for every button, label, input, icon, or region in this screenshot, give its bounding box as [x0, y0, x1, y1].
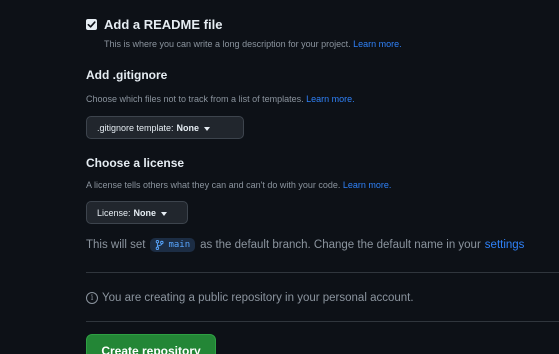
caret-down-icon — [161, 211, 168, 216]
branch-name: main — [168, 240, 191, 250]
license-learn-more-link[interactable]: Learn more. — [343, 180, 392, 190]
visibility-notice: i You are creating a public repository i… — [86, 288, 414, 308]
create-repository-button[interactable]: Create repository — [86, 334, 216, 354]
readme-label: Add a README file — [104, 17, 223, 32]
gitignore-template-dropdown[interactable]: .gitignore template: None — [86, 116, 244, 139]
readme-description: This is where you can write a long descr… — [104, 39, 402, 49]
checkmark-icon — [87, 21, 96, 28]
branch-name-chip: main — [150, 238, 196, 252]
caret-down-icon — [204, 126, 211, 131]
license-title: Choose a license — [86, 156, 185, 170]
license-dropdown[interactable]: License: None — [86, 201, 188, 224]
readme-option[interactable]: Add a README file — [86, 17, 222, 32]
divider — [86, 272, 559, 273]
readme-checkbox[interactable] — [86, 19, 97, 30]
info-icon: i — [86, 292, 98, 304]
gitignore-description: Choose which files not to track from a l… — [86, 94, 355, 104]
settings-link[interactable]: settings — [485, 239, 525, 251]
git-branch-icon — [156, 240, 164, 250]
license-description: A license tells others what they can and… — [86, 180, 392, 190]
gitignore-selected-value: None — [176, 122, 200, 133]
readme-learn-more-link[interactable]: Learn more. — [353, 39, 402, 49]
gitignore-learn-more-link[interactable]: Learn more. — [306, 94, 355, 104]
gitignore-title: Add .gitignore — [86, 68, 168, 82]
default-branch-notice: This will set main as the default branch… — [86, 238, 525, 252]
license-selected-value: None — [133, 207, 157, 218]
divider — [86, 321, 559, 322]
new-repository-form: Add a README file This is where you can … — [0, 0, 559, 354]
